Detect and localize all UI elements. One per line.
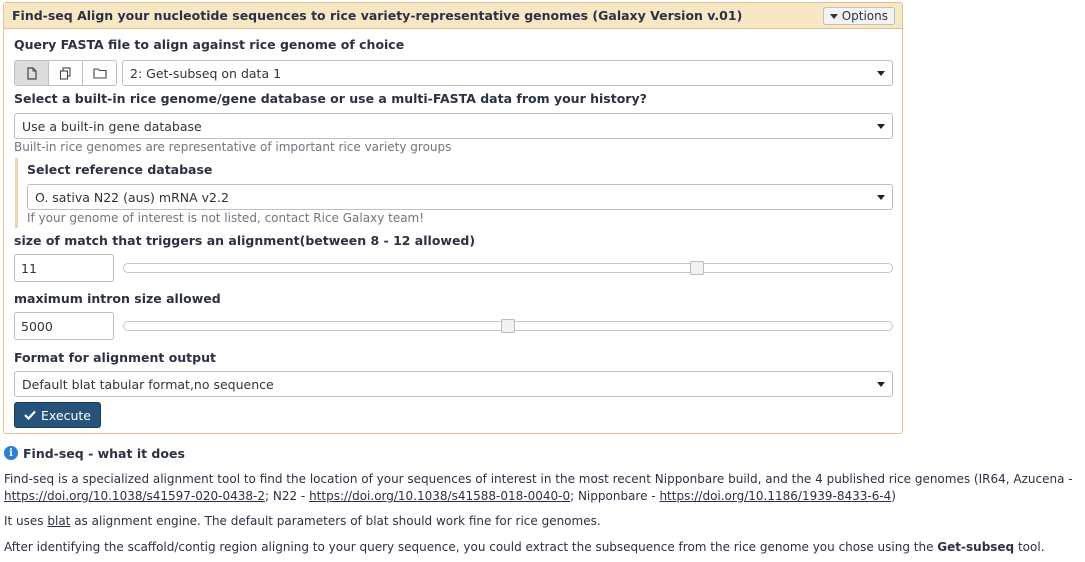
tool-form-panel: Find-seq Align your nucleotide sequences… bbox=[3, 2, 903, 434]
dropdown-arrow-icon bbox=[877, 195, 885, 200]
intron-slider-handle[interactable] bbox=[501, 319, 515, 333]
intron-label: maximum intron size allowed bbox=[14, 291, 221, 306]
help-paragraph-1-line-1: Find-seq is a specialized alignment tool… bbox=[4, 472, 1073, 486]
reference-select[interactable]: O. sativa N22 (aus) mRNA v2.2 bbox=[27, 184, 893, 210]
closing-paren: ) bbox=[891, 489, 896, 503]
get-subseq-tool-name: Get-subseq bbox=[937, 540, 1015, 554]
copy-icon bbox=[59, 66, 71, 80]
options-button[interactable]: Options bbox=[822, 7, 895, 25]
p2-pre: It uses bbox=[4, 514, 48, 528]
tool-header: Find-seq Align your nucleotide sequences… bbox=[4, 3, 902, 29]
file-icon bbox=[26, 66, 37, 80]
intron-slider-track[interactable] bbox=[123, 319, 893, 333]
help-paragraph-1-line-2: https://doi.org/10.1038/s41597-020-0438-… bbox=[4, 489, 896, 503]
doi-link-n22[interactable]: https://doi.org/10.1038/s41588-018-0040-… bbox=[309, 489, 570, 503]
source-help: Built-in rice genomes are representative… bbox=[14, 140, 452, 154]
execute-label: Execute bbox=[41, 407, 91, 423]
intron-size-input[interactable]: 5000 bbox=[14, 312, 114, 340]
separator-text: ; N22 - bbox=[265, 489, 310, 503]
format-selected: Default blat tabular format,no sequence bbox=[22, 376, 274, 392]
conditional-section-border bbox=[15, 158, 18, 228]
doi-link-ir64-azucena[interactable]: https://doi.org/10.1038/s41597-020-0438-… bbox=[4, 489, 265, 503]
doi-link-nipponbare[interactable]: https://doi.org/10.1186/1939-8433-6-4 bbox=[659, 489, 891, 503]
query-dataset-select[interactable]: 2: Get-subseq on data 1 bbox=[122, 60, 893, 86]
p3-pre: After identifying the scaffold/contig re… bbox=[4, 540, 938, 554]
single-dataset-button[interactable] bbox=[15, 61, 49, 85]
help-paragraph-3: After identifying the scaffold/contig re… bbox=[4, 540, 1045, 554]
source-select[interactable]: Use a built-in gene database bbox=[14, 113, 893, 139]
p2-post: as alignment engine. The default paramet… bbox=[70, 514, 601, 528]
dropdown-arrow-icon bbox=[877, 71, 885, 76]
help-paragraph-2: It uses blat as alignment engine. The de… bbox=[4, 514, 601, 528]
tool-title: Find-seq Align your nucleotide sequences… bbox=[12, 8, 743, 23]
intron-size-value: 5000 bbox=[21, 318, 53, 334]
execute-button[interactable]: Execute bbox=[14, 402, 101, 428]
caret-down-icon bbox=[829, 13, 838, 19]
reference-label: Select reference database bbox=[27, 162, 213, 177]
options-label: Options bbox=[841, 9, 888, 23]
help-title: Find-seq - what it does bbox=[23, 446, 185, 461]
p3-post: tool. bbox=[1014, 540, 1045, 554]
query-label: Query FASTA file to align against rice g… bbox=[14, 37, 405, 52]
separator-text: ; Nipponbare - bbox=[570, 489, 660, 503]
source-selected: Use a built-in gene database bbox=[22, 118, 202, 134]
match-size-value: 11 bbox=[21, 260, 37, 276]
match-size-label: size of match that triggers an alignment… bbox=[14, 233, 476, 248]
info-icon: i bbox=[4, 446, 18, 460]
match-size-slider-handle[interactable] bbox=[690, 261, 704, 275]
match-size-slider-track[interactable] bbox=[123, 261, 893, 275]
reference-help: If your genome of interest is not listed… bbox=[27, 211, 425, 225]
dropdown-arrow-icon bbox=[877, 382, 885, 387]
format-select[interactable]: Default blat tabular format,no sequence bbox=[14, 371, 893, 397]
check-icon bbox=[24, 410, 36, 420]
match-size-input[interactable]: 11 bbox=[14, 254, 114, 282]
source-label: Select a built-in rice genome/gene datab… bbox=[14, 91, 647, 106]
dropdown-arrow-icon bbox=[877, 124, 885, 129]
reference-selected: O. sativa N22 (aus) mRNA v2.2 bbox=[35, 189, 229, 205]
folder-icon bbox=[92, 68, 107, 79]
multiple-datasets-button[interactable] bbox=[49, 61, 83, 85]
query-selected: 2: Get-subseq on data 1 bbox=[130, 65, 282, 81]
format-label: Format for alignment output bbox=[14, 350, 216, 365]
dataset-collection-button[interactable] bbox=[83, 61, 116, 85]
blat-link[interactable]: blat bbox=[47, 514, 70, 528]
dataset-source-buttons bbox=[14, 60, 117, 86]
